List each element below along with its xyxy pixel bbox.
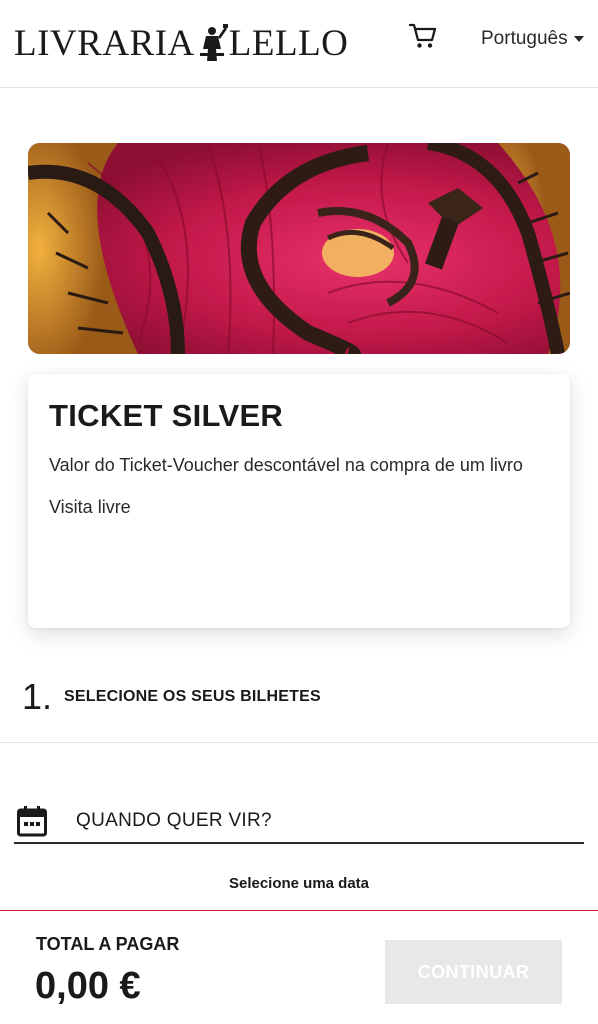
step-heading: 1. SELECIONE OS SEUS BILHETES — [22, 676, 321, 718]
page: LIVRARIA LELLO Português TICKET SILVER V… — [0, 0, 598, 1024]
logo-text-right: LELLO — [228, 22, 349, 64]
checkout-footer: TOTAL A PAGAR 0,00 € CONTINUAR — [0, 910, 598, 1024]
language-label: Português — [481, 28, 568, 49]
ticket-card: TICKET SILVER Valor do Ticket-Voucher de… — [28, 374, 570, 628]
cart-icon[interactable] — [408, 22, 438, 50]
printer-figure-icon — [199, 24, 228, 61]
staircase-illustration — [28, 143, 570, 354]
language-selector[interactable]: Português — [481, 28, 584, 50]
date-picker-label: QUANDO QUER VIR? — [76, 810, 272, 831]
hero-image — [28, 143, 570, 354]
ticket-title: TICKET SILVER — [49, 398, 284, 433]
date-hint: Selecione uma data — [228, 875, 370, 892]
total-value: 0,00 € — [35, 965, 141, 1007]
livraria-lello-logo[interactable]: LIVRARIA LELLO — [14, 22, 348, 64]
divider — [0, 742, 598, 743]
ticket-description: Valor do Ticket-Voucher descontável na c… — [49, 455, 523, 475]
logo-text-left: LIVRARIA — [14, 22, 195, 64]
calendar-icon — [17, 806, 47, 837]
continue-button[interactable]: CONTINUAR — [385, 940, 562, 1004]
ticket-note: Visita livre — [49, 497, 131, 517]
date-picker-field[interactable]: QUANDO QUER VIR? — [14, 800, 584, 844]
site-header: LIVRARIA LELLO Português — [0, 0, 598, 88]
chevron-down-icon — [573, 36, 584, 42]
step-number: 1. — [22, 676, 53, 717]
total-label: TOTAL A PAGAR — [36, 934, 180, 954]
step-label: SELECIONE OS SEUS BILHETES — [64, 688, 321, 705]
